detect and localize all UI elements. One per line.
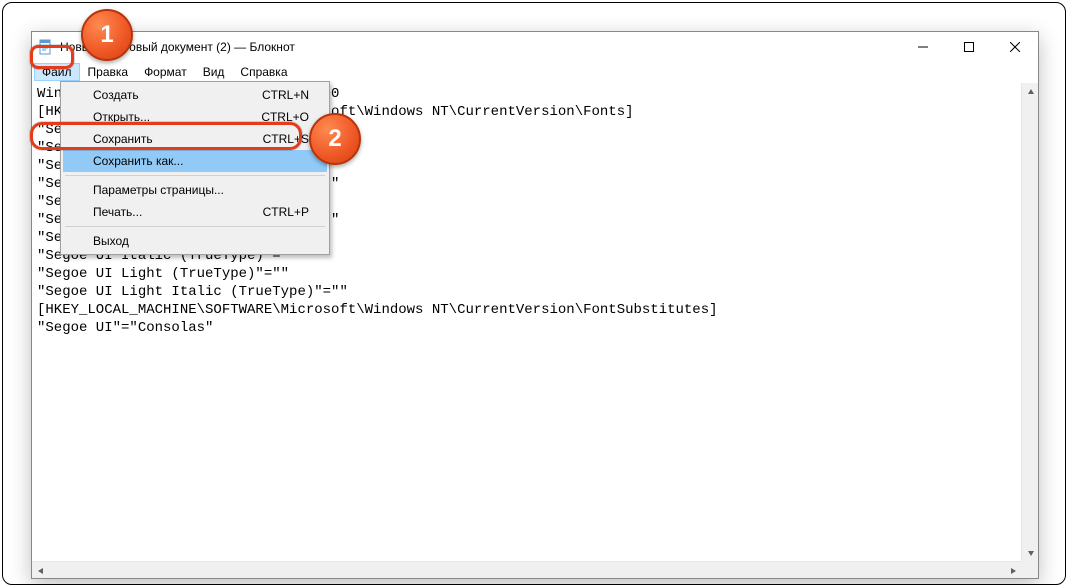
menu-item-shortcut: CTRL+P xyxy=(263,205,309,219)
menu-item-exit[interactable]: Выход xyxy=(63,230,327,252)
menu-item-print[interactable]: Печать... CTRL+P xyxy=(63,201,327,223)
menubar: Файл Правка Формат Вид Справка xyxy=(32,62,1038,82)
menu-file[interactable]: Файл xyxy=(34,63,80,81)
horizontal-scrollbar[interactable] xyxy=(32,561,1021,578)
menu-item-shortcut: CTRL+N xyxy=(262,88,309,102)
scroll-track[interactable] xyxy=(1022,100,1038,544)
scroll-down-icon[interactable] xyxy=(1022,544,1039,561)
annotation-badge-2: 2 xyxy=(309,113,361,165)
menu-edit[interactable]: Правка xyxy=(80,63,137,81)
menu-item-label: Сохранить xyxy=(93,132,153,146)
minimize-button[interactable] xyxy=(900,32,946,62)
vertical-scrollbar[interactable] xyxy=(1021,83,1038,561)
menu-item-label: Выход xyxy=(93,234,129,248)
window-controls xyxy=(900,32,1038,62)
menu-format[interactable]: Формат xyxy=(136,63,195,81)
menu-item-save-as[interactable]: Сохранить как... xyxy=(63,150,327,172)
scroll-corner xyxy=(1021,561,1038,578)
menu-separator xyxy=(65,226,325,227)
titlebar: Новый текстовый документ (2) — Блокнот xyxy=(32,32,1038,62)
menu-view[interactable]: Вид xyxy=(195,63,233,81)
scroll-up-icon[interactable] xyxy=(1022,83,1039,100)
menu-item-page-setup[interactable]: Параметры страницы... xyxy=(63,179,327,201)
notepad-icon xyxy=(38,39,54,55)
menu-item-save[interactable]: Сохранить CTRL+S xyxy=(63,128,327,150)
menu-item-label: Открыть... xyxy=(93,110,150,124)
scroll-right-icon[interactable] xyxy=(1004,562,1021,579)
menu-item-label: Печать... xyxy=(93,205,142,219)
notepad-window: Новый текстовый документ (2) — Блокнот Ф… xyxy=(31,31,1039,579)
menu-item-label: Параметры страницы... xyxy=(93,183,224,197)
menu-item-shortcut: CTRL+O xyxy=(261,110,309,124)
scroll-left-icon[interactable] xyxy=(32,562,49,579)
menu-item-open[interactable]: Открыть... CTRL+O xyxy=(63,106,327,128)
screenshot-frame: Новый текстовый документ (2) — Блокнот Ф… xyxy=(2,2,1066,585)
menu-item-shortcut: CTRL+S xyxy=(263,132,309,146)
annotation-badge-1: 1 xyxy=(81,9,133,61)
maximize-button[interactable] xyxy=(946,32,992,62)
menu-item-new[interactable]: Создать CTRL+N xyxy=(63,84,327,106)
menu-separator xyxy=(65,175,325,176)
menu-help[interactable]: Справка xyxy=(232,63,295,81)
file-dropdown-menu: Создать CTRL+N Открыть... CTRL+O Сохрани… xyxy=(60,81,330,255)
close-button[interactable] xyxy=(992,32,1038,62)
menu-item-label: Сохранить как... xyxy=(93,154,183,168)
menu-item-label: Создать xyxy=(93,88,139,102)
